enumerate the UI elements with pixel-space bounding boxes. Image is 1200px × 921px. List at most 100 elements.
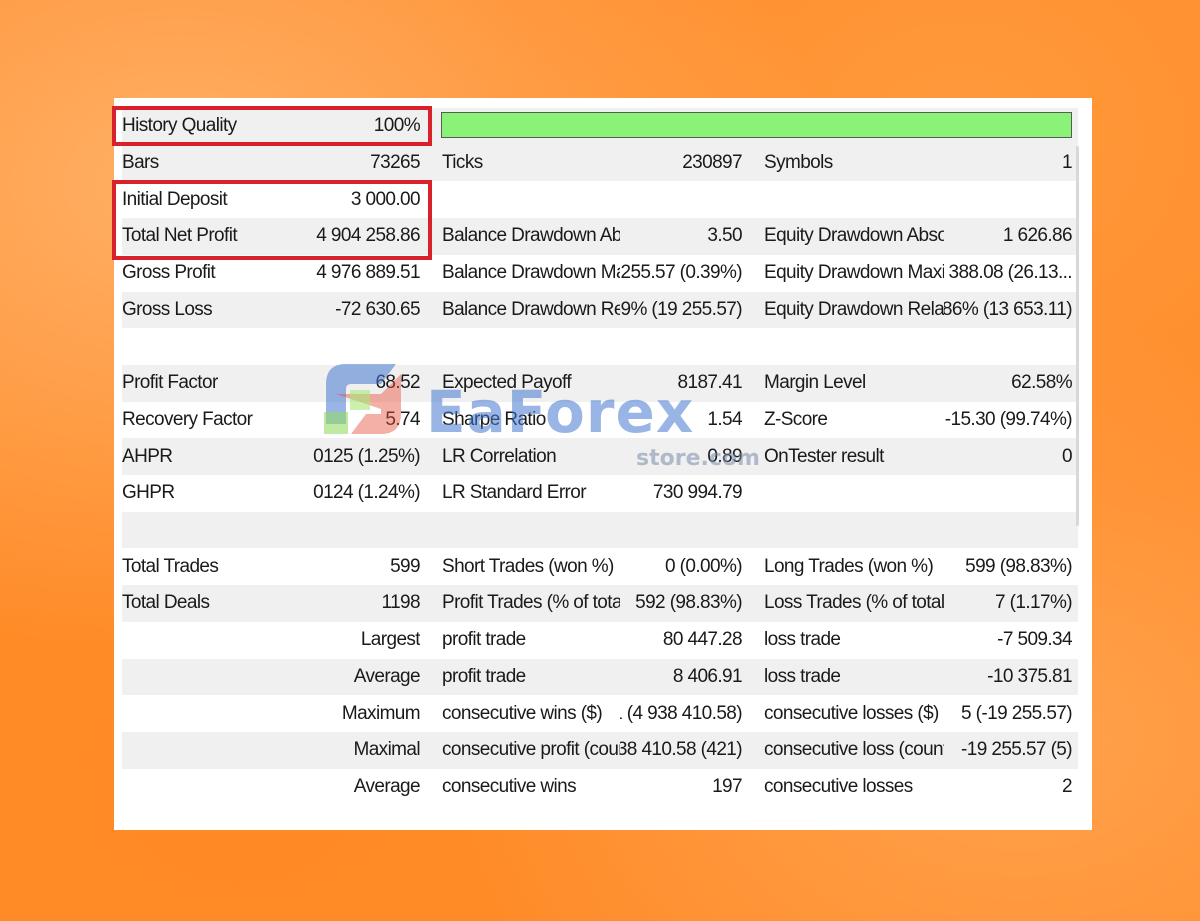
table-row xyxy=(122,328,1078,365)
row-value-1: 4 976 889.51 xyxy=(316,262,420,284)
row-label-2: profit trade xyxy=(442,629,526,651)
row-label-1: Total Net Profit xyxy=(122,225,238,247)
row-label-3: consecutive loss (count) xyxy=(764,739,944,761)
row-value-3: 5 (-19 255.57) xyxy=(961,702,1072,724)
row-value-1: -72 630.65 xyxy=(335,298,420,320)
row-label-3: Margin Level xyxy=(764,372,866,394)
table-row xyxy=(122,511,1078,549)
row-value-1: Largest xyxy=(360,629,420,651)
row-label-2: Expected Payoff xyxy=(442,372,572,394)
row-label-2: LR Standard Error xyxy=(442,482,587,504)
row-label-3 xyxy=(764,475,944,512)
row-label-1 xyxy=(122,328,312,365)
row-label-2: consecutive wins ($) xyxy=(442,702,603,724)
row-label-2: Ticks xyxy=(442,152,483,174)
table-row: Gross Profit 4 976 889.51 Balance Drawdown… xyxy=(122,255,1078,292)
row-value-3 xyxy=(944,181,1072,218)
row-value-3 xyxy=(944,512,1072,549)
row-label-3 xyxy=(764,181,944,218)
row-value-2: 0.89 xyxy=(707,445,742,467)
table-row: Total Net Profit 4 904 258.86 Balance Draw… xyxy=(122,218,1078,255)
row-value-1: 68.52 xyxy=(375,372,420,394)
row-label-3: loss trade xyxy=(764,629,841,651)
table-row: Maximum consecutive wins ($) 421 (4 938 41… xyxy=(122,695,1078,732)
row-value-1: Average xyxy=(353,775,420,797)
row-value-2: 730 994.79 xyxy=(652,482,742,504)
row-label-2 xyxy=(442,328,620,365)
row-label-3 xyxy=(764,512,944,549)
row-value-3: 1 626.86 xyxy=(1002,225,1072,247)
row-value-3: 62.58% xyxy=(1011,372,1072,394)
row-value-2 xyxy=(620,512,742,549)
row-label-1 xyxy=(122,622,312,659)
row-value-3: -7 509.34 xyxy=(997,629,1072,651)
row-value-1: 1.0125 (1.25%) xyxy=(312,445,420,467)
row-label-3: Long Trades (won %) xyxy=(764,555,934,577)
row-label-3: consecutive losses xyxy=(764,775,913,797)
row-label-2: LR Correlation xyxy=(442,445,557,467)
row-value-3: -15.30 (99.74%) xyxy=(944,408,1072,430)
table-row: Bars 73265 Ticks 230897 Symbols 1 xyxy=(122,144,1078,182)
row-value-3: 90.86% (13 653.11) xyxy=(944,298,1072,320)
table-row: Average profit trade 8 406.91 loss trade -10… xyxy=(122,658,1078,696)
row-value-2: 1.54 xyxy=(707,408,742,430)
row-label-1: Total Trades xyxy=(122,555,219,577)
row-value-2 xyxy=(620,328,742,365)
table-row: AHPR 1.0125 (1.25%) LR Correlation 0.89 OnTe… xyxy=(122,438,1078,475)
row-value-1: Average xyxy=(353,665,420,687)
row-value-1 xyxy=(312,328,420,365)
row-value-3: 7 (1.17%) xyxy=(995,592,1072,614)
row-label-1: GHPR xyxy=(122,482,175,504)
row-label-2: Balance Drawdown Relati... xyxy=(442,298,620,320)
row-value-1: 1.0124 (1.24%) xyxy=(312,482,420,504)
row-value-2: 592 (98.83%) xyxy=(635,592,742,614)
row-label-1: Gross Loss xyxy=(122,298,213,320)
row-label-1: Total Deals xyxy=(122,592,210,614)
table-row: Gross Loss -72 630.65 Balance Drawdown Rel… xyxy=(122,291,1078,329)
row-label-1 xyxy=(122,659,312,696)
row-value-2: 19 255.57 (0.39%) xyxy=(620,262,742,284)
row-label-3: Equity Drawdown Absolute xyxy=(764,225,944,247)
row-label-3: consecutive losses ($) xyxy=(764,702,939,724)
row-value-3: 854 388.08 (26.13... xyxy=(944,262,1072,284)
row-value-1: 599 xyxy=(390,555,420,577)
row-label-2: Balance Drawdown Absol... xyxy=(442,225,620,247)
row-value-2: 0.39% (19 255.57) xyxy=(620,298,742,320)
row-value-1: Maximal xyxy=(353,739,420,761)
row-label-3: OnTester result xyxy=(764,445,884,467)
row-label-1 xyxy=(122,769,312,806)
row-value-3: -19 255.57 (5) xyxy=(961,739,1072,761)
row-label-2: Balance Drawdown Maxi... xyxy=(442,262,620,284)
table-row: Total Trades 599 Short Trades (won %) 0 (0.… xyxy=(122,548,1078,585)
row-label-2: consecutive wins xyxy=(442,775,577,797)
row-label-3: Z-Score xyxy=(764,408,828,430)
row-value-3: 1 xyxy=(1062,152,1072,174)
history-quality-bar xyxy=(441,112,1072,138)
row-value-2: 421 (4 938 410.58) xyxy=(620,702,742,724)
row-label-2: Profit Trades (% of total) xyxy=(442,592,620,614)
table-row: Recovery Factor 5.74 Sharpe Ratio 1.54 Z-Sco… xyxy=(122,402,1078,439)
row-value-2: 80 447.28 xyxy=(662,629,742,651)
row-value-1: 1198 xyxy=(381,592,420,614)
row-label-1 xyxy=(122,695,312,732)
row-label-1: Bars xyxy=(122,152,159,174)
row-label-1 xyxy=(122,732,312,769)
table-row: Maximal consecutive profit (count)4 938 4… xyxy=(122,731,1078,769)
row-value-1: 73265 xyxy=(370,152,420,174)
row-value-2 xyxy=(620,181,742,218)
row-value-2: 197 xyxy=(712,775,742,797)
row-value-2: 230897 xyxy=(682,152,742,174)
row-label-1: Profit Factor xyxy=(122,372,218,394)
strategy-tester-report: Average consecutive wins 197 consecutive lo… xyxy=(112,98,1092,830)
row-value-3: 599 (98.83%) xyxy=(965,555,1072,577)
row-label-2 xyxy=(442,512,620,549)
row-value-1: 4 904 258.86 xyxy=(316,225,420,247)
row-value-1: 3 000.00 xyxy=(350,188,420,210)
row-label-2: consecutive profit (count) xyxy=(442,739,620,761)
row-label-3: Equity Drawdown Maximal xyxy=(764,262,944,284)
row-label-3: Equity Drawdown Relative xyxy=(764,298,944,320)
row-value-3: 2 xyxy=(1062,775,1072,797)
row-value-3: 0 xyxy=(1062,445,1072,467)
table-row: GHPR 1.0124 (1.24%) LR Standard Error 730 9… xyxy=(122,475,1078,512)
scrollbar[interactable] xyxy=(1076,146,1079,526)
